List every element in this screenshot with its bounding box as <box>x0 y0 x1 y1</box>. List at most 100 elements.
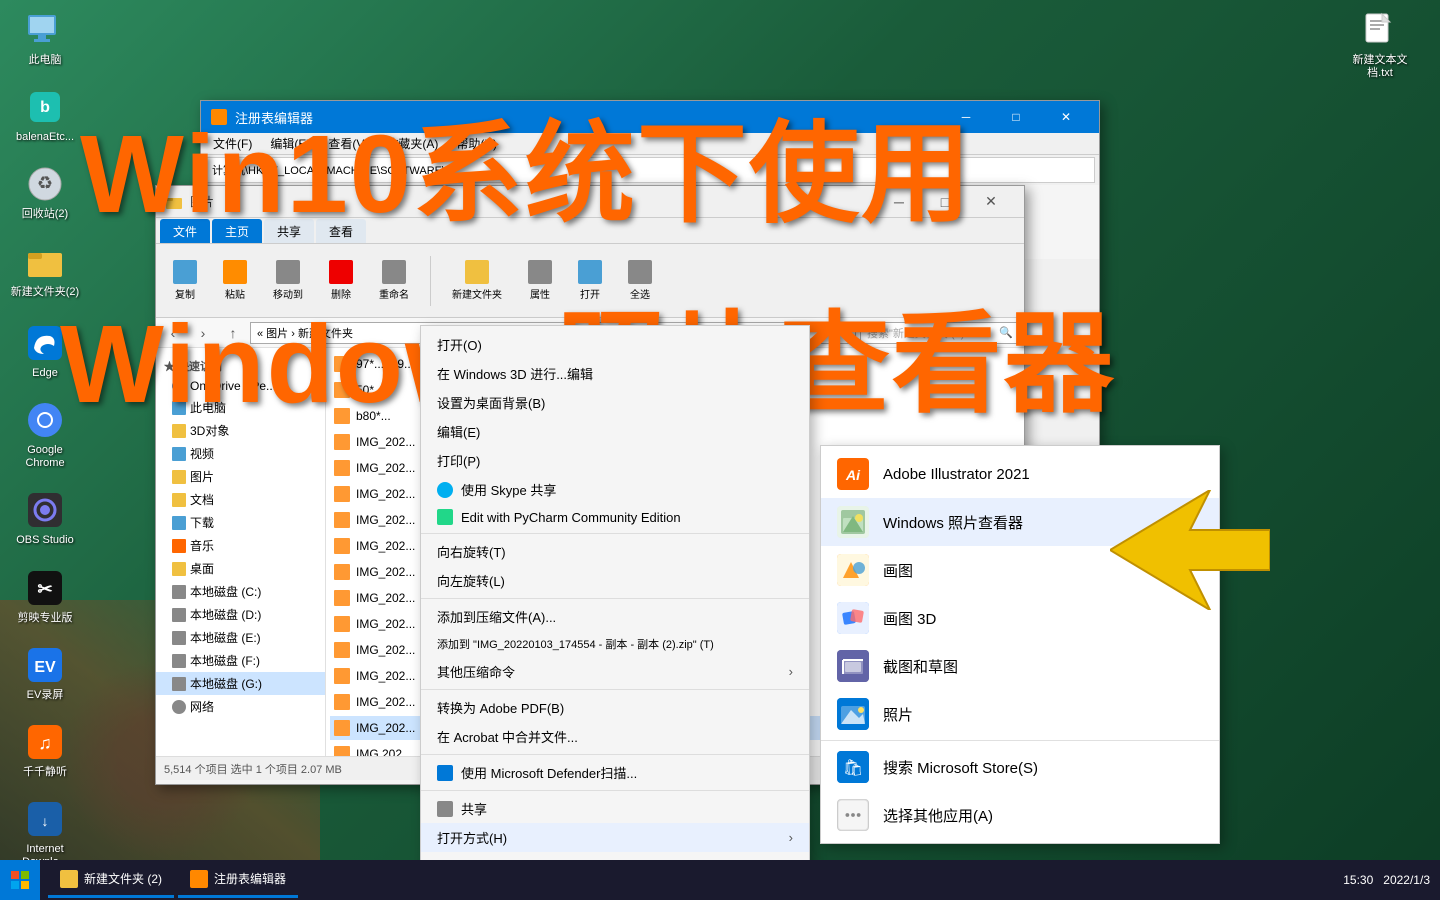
edge-label: Edge <box>32 367 58 380</box>
sidebar-music[interactable]: 音乐 <box>156 534 325 557</box>
ribbon-btn-delete[interactable]: 删除 <box>320 255 362 306</box>
ctx-openwith[interactable]: 打开方式(H) › <box>421 823 809 852</box>
ctx-rotate-right[interactable]: 向右旋转(T) <box>421 537 809 566</box>
search-placeholder: 搜索"新建文件夹 (2)" <box>867 325 968 341</box>
file-icon <box>334 382 350 398</box>
explorer-maximize[interactable]: □ <box>922 186 968 218</box>
sidebar-c[interactable]: 本地磁盘 (C:) <box>156 580 325 603</box>
openwith-more[interactable]: 选择其他应用(A) <box>821 791 1219 839</box>
nav-forward[interactable]: › <box>190 322 216 344</box>
desktop-icon-ev[interactable]: EV EV录屏 <box>10 645 80 702</box>
registry-close[interactable]: ✕ <box>1043 101 1089 133</box>
nav-back[interactable]: ‹ <box>160 322 186 344</box>
sidebar-g[interactable]: 本地磁盘 (G:) <box>156 672 325 695</box>
ctx-share[interactable]: 共享 <box>421 794 809 823</box>
openwith-photos[interactable]: 照片 <box>821 690 1219 738</box>
registry-menu-edit[interactable]: 编辑(E) <box>262 133 318 154</box>
share-icon <box>437 801 453 817</box>
ctx-edit[interactable]: 编辑(E) <box>421 417 809 446</box>
explorer-close[interactable]: ✕ <box>968 186 1014 218</box>
file-icon <box>334 408 350 424</box>
taskbar-date: 2022/1/3 <box>1383 873 1430 887</box>
start-button[interactable] <box>0 860 40 900</box>
desktop-icon-jianying[interactable]: ✂ 剪映专业版 <box>10 568 80 625</box>
ctx-other-zip[interactable]: 其他压缩命令› <box>421 657 809 686</box>
registry-minimize[interactable]: ─ <box>943 101 989 133</box>
desktop-icon-balena[interactable]: b balenaEtc... <box>10 87 80 144</box>
ctx-rotate-left[interactable]: 向左旋转(L) <box>421 566 809 595</box>
desktop-icon-internet[interactable]: ↓ Internet Downlo... <box>10 799 80 869</box>
ctx-convert-pdf[interactable]: 转换为 Adobe PDF(B) <box>421 693 809 722</box>
ribbon-btn-newfolder[interactable]: 新建文件夹 <box>443 255 511 306</box>
registry-menu-help[interactable]: 帮助(H) <box>448 133 505 154</box>
nav-up[interactable]: ↑ <box>220 322 246 344</box>
ribbon-btn-select[interactable]: 全选 <box>619 255 661 306</box>
ctx-skype[interactable]: 使用 Skype 共享 <box>421 475 809 504</box>
chrome-icon <box>25 400 65 440</box>
sidebar-onedrive[interactable]: OneDrive - Pe... <box>156 376 325 396</box>
desktop-icon-edge[interactable]: Edge <box>10 323 80 380</box>
sidebar-e[interactable]: 本地磁盘 (E:) <box>156 626 325 649</box>
internet-icon: ↓ <box>25 799 65 839</box>
ctx-defender[interactable]: 使用 Microsoft Defender扫描... <box>421 758 809 787</box>
jianying-label: 剪映专业版 <box>18 612 73 625</box>
open-icon <box>578 260 602 284</box>
ctx-win3d[interactable]: 在 Windows 3D 进行...编辑 <box>421 359 809 388</box>
sidebar-docs[interactable]: 文档 <box>156 488 325 511</box>
ctx-pycharm[interactable]: Edit with PyCharm Community Edition <box>421 504 809 530</box>
taskbar-newfolder[interactable]: 新建文件夹 (2) <box>48 862 174 898</box>
sidebar-video[interactable]: 视频 <box>156 442 325 465</box>
g-drive-icon <box>172 677 186 691</box>
ctx-setwallpaper[interactable]: 设置为桌面背景(B) <box>421 388 809 417</box>
desktop-icon-pc[interactable]: 此电脑 <box>10 10 80 67</box>
ctx-acrobat[interactable]: 在 Acrobat 中合并文件... <box>421 722 809 751</box>
ribbon-tab-home[interactable]: 主页 <box>212 219 262 243</box>
sidebar-thispc[interactable]: 此电脑 <box>156 396 325 419</box>
sidebar-downloads[interactable]: 下载 <box>156 511 325 534</box>
desktop-icon-textfile[interactable]: 新建文本文档.txt <box>1340 10 1420 80</box>
registry-maximize[interactable]: □ <box>993 101 1039 133</box>
explorer-minimize[interactable]: ─ <box>876 186 922 218</box>
registry-menu-file[interactable]: 文件(F) <box>205 133 260 154</box>
paste-icon <box>223 260 247 284</box>
openwith-store[interactable]: 🛍 搜索 Microsoft Store(S) <box>821 743 1219 791</box>
ribbon-tab-file[interactable]: 文件 <box>160 219 210 243</box>
ribbon-tab-view[interactable]: 查看 <box>316 219 366 243</box>
pc-label: 此电脑 <box>29 54 62 67</box>
file-icon <box>334 356 350 372</box>
sidebar-network[interactable]: 网络 <box>156 695 325 718</box>
ctx-print[interactable]: 打印(P) <box>421 446 809 475</box>
registry-menu-view[interactable]: 查看(V) <box>320 133 376 154</box>
sidebar-pictures[interactable]: 图片 <box>156 465 325 488</box>
sidebar-3d[interactable]: 3D对象 <box>156 419 325 442</box>
desktop-icon-qianqian[interactable]: ♫ 千千静听 <box>10 722 80 779</box>
ctx-open[interactable]: 打开(O) <box>421 330 809 359</box>
ctx-sep5 <box>421 790 809 791</box>
registry-menu-favorites[interactable]: 收藏夹(A) <box>378 133 446 154</box>
ribbon-btn-rename[interactable]: 重命名 <box>370 255 418 306</box>
sidebar-f[interactable]: 本地磁盘 (F:) <box>156 649 325 672</box>
desktop-icon-recycle[interactable]: ♻ 回收站(2) <box>10 164 80 221</box>
svg-text:🛍: 🛍 <box>843 759 863 777</box>
desktop-icon-newfolder2[interactable]: 新建文件夹(2) <box>10 242 80 299</box>
taskbar-regedit[interactable]: 注册表编辑器 <box>178 862 298 898</box>
ribbon-btn-paste[interactable]: 粘贴 <box>214 255 256 306</box>
file-icon <box>334 512 350 528</box>
paint-label: 画图 <box>883 560 913 581</box>
ribbon-tab-share[interactable]: 共享 <box>264 219 314 243</box>
ribbon-btn-move[interactable]: 移动到 <box>264 255 312 306</box>
statusbar-text: 5,514 个项目 选中 1 个项目 2.07 MB <box>164 761 342 777</box>
desktop: 此电脑 b balenaEtc... ♻ 回收站(2) 新建文件夹(2) Edg… <box>0 0 1440 900</box>
ribbon-btn-open[interactable]: 打开 <box>569 255 611 306</box>
ctx-add-zip[interactable]: 添加到压缩文件(A)... <box>421 602 809 631</box>
openwith-snip[interactable]: 截图和草图 <box>821 642 1219 690</box>
desktop-icon-obs[interactable]: OBS Studio <box>10 490 80 547</box>
ctx-add-zip2[interactable]: 添加到 "IMG_20220103_174554 - 副本 - 副本 (2).z… <box>421 631 809 657</box>
ribbon-btn-properties[interactable]: 属性 <box>519 255 561 306</box>
sidebar-d[interactable]: 本地磁盘 (D:) <box>156 603 325 626</box>
taskbar: 新建文件夹 (2) 注册表编辑器 15:30 2022/1/3 <box>0 860 1440 900</box>
ribbon-btn-copy[interactable]: 复制 <box>164 255 206 306</box>
desktop-icon-chrome[interactable]: Google Chrome <box>10 400 80 470</box>
search-bar[interactable]: 搜索"新建文件夹 (2)" 🔍 <box>860 322 1020 344</box>
sidebar-desktop[interactable]: 桌面 <box>156 557 325 580</box>
